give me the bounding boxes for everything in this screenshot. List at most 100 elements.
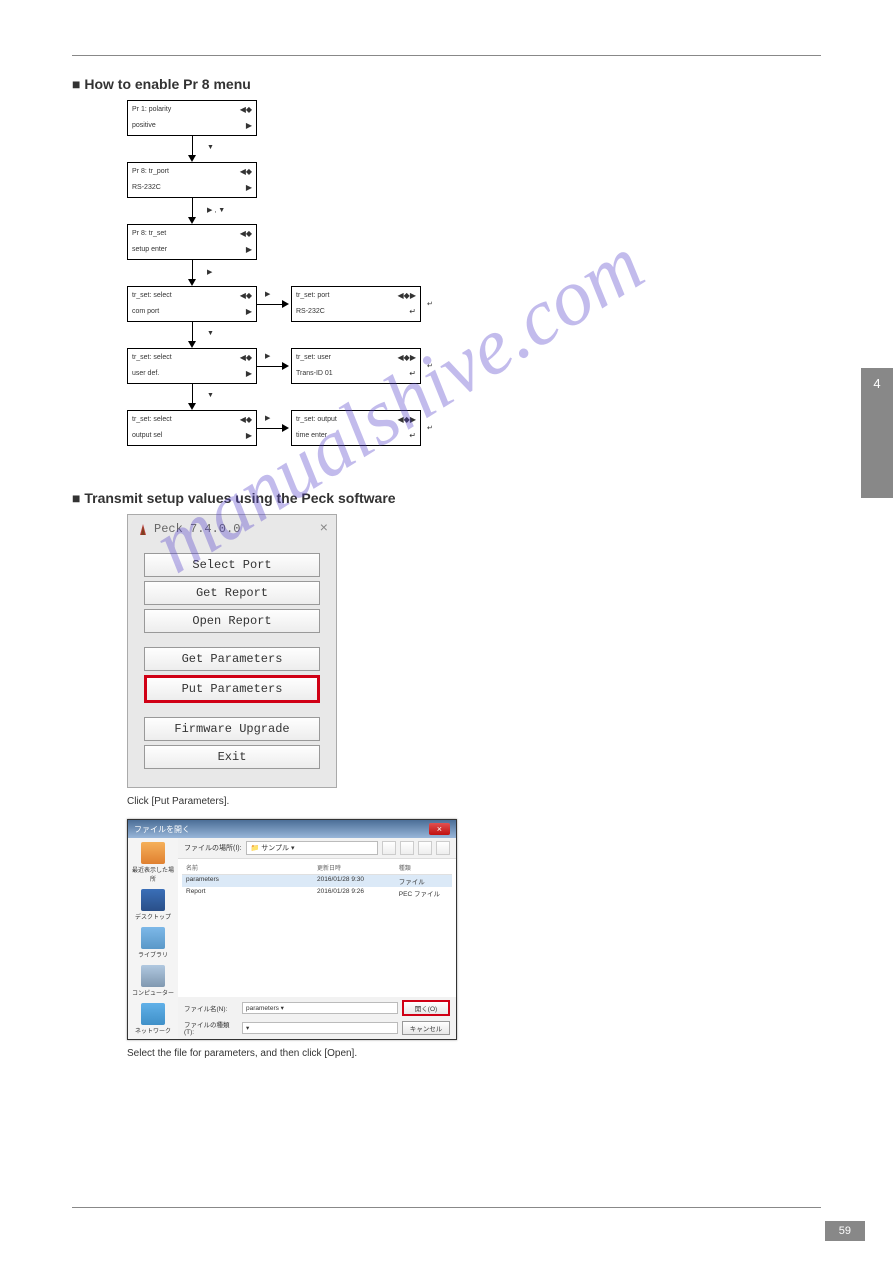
col-type[interactable]: 種類 bbox=[395, 861, 452, 874]
newfolder-icon[interactable] bbox=[418, 841, 432, 855]
flow-value: positive bbox=[128, 122, 246, 129]
flow-annotation: ▶ , ▼ bbox=[207, 206, 225, 214]
exit-button[interactable]: Exit bbox=[144, 745, 320, 769]
file-dialog-caption: Select the file for parameters, and then… bbox=[127, 1048, 821, 1059]
peck-titlebar: Peck 7.4.0.0 × bbox=[128, 515, 336, 543]
filename-input[interactable]: parameters ▾ bbox=[242, 1002, 398, 1014]
flow-box-select-output: tr_set: select◀◆ output sel▶ bbox=[127, 410, 257, 446]
flow-annotation: ↵ bbox=[427, 424, 433, 432]
put-parameters-button[interactable]: Put Parameters bbox=[144, 675, 320, 703]
select-port-button[interactable]: Select Port bbox=[144, 553, 320, 577]
nav-symbols: ◀◆ bbox=[240, 415, 256, 424]
list-item[interactable]: parameters 2016/01/28 9:30 ファイル bbox=[182, 875, 452, 887]
flow-label: tr_set: select bbox=[128, 292, 240, 299]
filetype-label: ファイルの種類(T): bbox=[184, 1019, 238, 1036]
peck-dialog: Peck 7.4.0.0 × Select Port Get Report Op… bbox=[127, 514, 337, 788]
page-number: 59 bbox=[825, 1221, 865, 1241]
sidebar-label: 最近表示した場所 bbox=[132, 868, 174, 883]
sidebar-desktop[interactable]: デスクトップ bbox=[135, 889, 171, 921]
flow-label: tr_set: port bbox=[292, 292, 398, 299]
flow-value: user def. bbox=[128, 370, 246, 377]
col-name[interactable]: 名前 bbox=[182, 861, 313, 874]
chapter-tab: 4 bbox=[861, 368, 893, 498]
nav-symbols: ▶ bbox=[246, 431, 256, 440]
cancel-button[interactable]: キャンセル bbox=[402, 1021, 450, 1035]
arrow-right-icon bbox=[282, 362, 289, 370]
flow-value: setup enter bbox=[128, 246, 246, 253]
flow-annotation: ▼ bbox=[207, 392, 214, 399]
close-icon[interactable]: × bbox=[320, 521, 328, 537]
flow-annotation: ▶ bbox=[207, 268, 212, 276]
file-name: parameters bbox=[182, 875, 313, 887]
file-type: PEC ファイル bbox=[395, 887, 452, 899]
flow-label: Pr 8: tr_port bbox=[128, 168, 240, 175]
filetype-combo[interactable]: ▾ bbox=[242, 1022, 398, 1034]
section-flow-title: ■ How to enable Pr 8 menu bbox=[72, 76, 821, 92]
peck-title-text: Peck 7.4.0.0 bbox=[154, 522, 320, 536]
connector bbox=[257, 366, 285, 367]
flow-value: com port bbox=[128, 308, 246, 315]
arrow-right-icon bbox=[282, 300, 289, 308]
sidebar-label: ライブラリ bbox=[138, 953, 168, 959]
open-button[interactable]: 開く(O) bbox=[402, 1000, 450, 1016]
flow-box-port-value: tr_set: port◀◆▶ RS-232C↵ bbox=[291, 286, 421, 322]
flow-annotation: ↵ bbox=[427, 300, 433, 308]
flow-label: Pr 8: tr_set bbox=[128, 230, 240, 237]
section-peck-title: ■ Transmit setup values using the Peck s… bbox=[72, 490, 821, 506]
flow-label: Pr 1: polarity bbox=[128, 106, 240, 113]
arrow-down-icon bbox=[188, 217, 196, 224]
nav-symbols: ↵ bbox=[409, 369, 420, 378]
sidebar-recent[interactable]: 最近表示した場所 bbox=[130, 842, 176, 883]
list-item[interactable]: Report 2016/01/28 9:26 PEC ファイル bbox=[182, 887, 452, 899]
flow-box-select-comport: tr_set: select◀◆ com port▶ bbox=[127, 286, 257, 322]
nav-symbols: ◀◆▶ bbox=[398, 291, 420, 300]
sidebar-library[interactable]: ライブラリ bbox=[138, 927, 168, 959]
chapter-number: 4 bbox=[873, 376, 880, 391]
flow-value: Trans-ID 01 bbox=[292, 370, 409, 377]
open-report-button[interactable]: Open Report bbox=[144, 609, 320, 633]
sidebar-label: ネットワーク bbox=[135, 1029, 171, 1035]
flow-label: tr_set: output bbox=[292, 416, 398, 423]
flow-label: tr_set: user bbox=[292, 354, 398, 361]
peck-caption: Click [Put Parameters]. bbox=[127, 796, 821, 807]
nav-symbols: ◀◆ bbox=[240, 167, 256, 176]
back-icon[interactable] bbox=[382, 841, 396, 855]
flow-box-pr8-set: Pr 8: tr_set◀◆ setup enter▶ bbox=[127, 224, 257, 260]
sidebar-computer[interactable]: コンピューター bbox=[132, 965, 174, 997]
file-list[interactable]: 名前 更新日時 種類 parameters 2016/01/28 9:30 ファ… bbox=[178, 859, 456, 997]
peck-app-icon bbox=[136, 522, 150, 536]
path-combo[interactable]: 📁 サンプル ▾ bbox=[246, 841, 378, 855]
file-dialog-title: ファイルを開く bbox=[134, 824, 190, 835]
sidebar-network[interactable]: ネットワーク bbox=[135, 1003, 171, 1035]
flow-annotation: ▼ bbox=[207, 144, 214, 151]
nav-symbols: ◀◆ bbox=[240, 291, 256, 300]
file-dialog-titlebar: ファイルを開く × bbox=[128, 820, 456, 838]
get-report-button[interactable]: Get Report bbox=[144, 581, 320, 605]
flow-label: tr_set: select bbox=[128, 354, 240, 361]
path-label: ファイルの場所(I): bbox=[184, 843, 242, 853]
flow-annotation: ▼ bbox=[207, 330, 214, 337]
view-icon[interactable] bbox=[436, 841, 450, 855]
nav-symbols: ▶ bbox=[246, 369, 256, 378]
flow-label: tr_set: select bbox=[128, 416, 240, 423]
flow-value: time enter bbox=[292, 432, 409, 439]
header-rule bbox=[72, 55, 821, 56]
flow-value: RS-232C bbox=[292, 308, 409, 315]
up-icon[interactable] bbox=[400, 841, 414, 855]
flow-value: output sel bbox=[128, 432, 246, 439]
sidebar-label: デスクトップ bbox=[135, 915, 171, 921]
nav-symbols: ▶ bbox=[246, 183, 256, 192]
arrow-down-icon bbox=[188, 403, 196, 410]
flow-annotation: ↵ bbox=[427, 362, 433, 370]
flow-box-pr8-port: Pr 8: tr_port◀◆ RS-232C▶ bbox=[127, 162, 257, 198]
file-list-header: 名前 更新日時 種類 bbox=[182, 861, 452, 875]
firmware-upgrade-button[interactable]: Firmware Upgrade bbox=[144, 717, 320, 741]
flow-annotation: ▶ bbox=[265, 290, 270, 298]
footer-rule bbox=[72, 1207, 821, 1208]
col-date[interactable]: 更新日時 bbox=[313, 861, 395, 874]
flow-box-user-value: tr_set: user◀◆▶ Trans-ID 01↵ bbox=[291, 348, 421, 384]
file-name: Report bbox=[182, 887, 313, 899]
file-date: 2016/01/28 9:26 bbox=[313, 887, 395, 899]
get-parameters-button[interactable]: Get Parameters bbox=[144, 647, 320, 671]
close-icon[interactable]: × bbox=[429, 823, 450, 835]
